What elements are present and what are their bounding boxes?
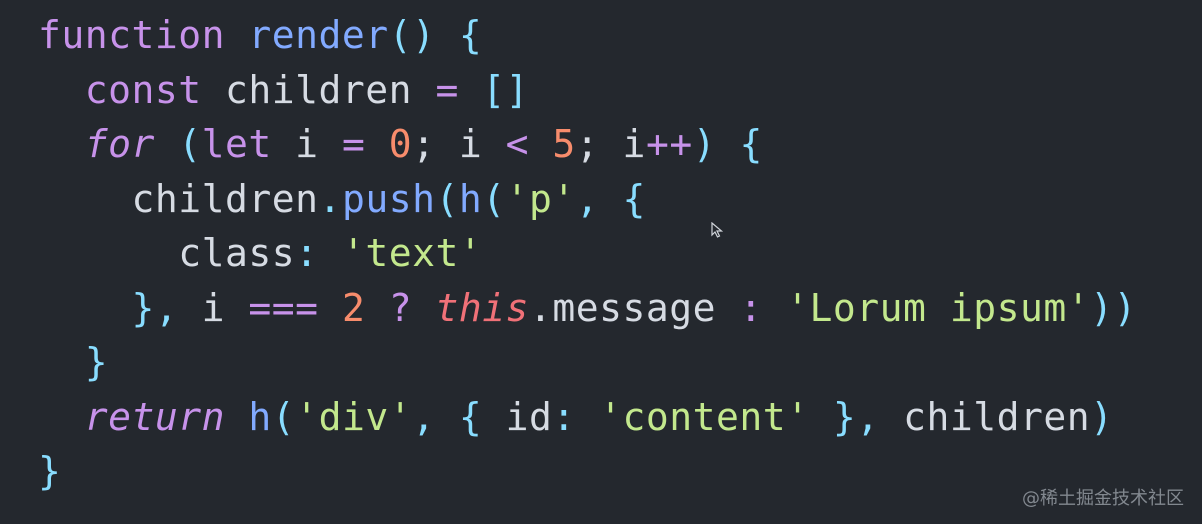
code-line: function render() { [38,8,1137,63]
code-token: push [341,176,436,221]
code-token: ; i [412,122,506,166]
code-token: 0 [388,122,413,166]
code-token: h [458,176,483,221]
code-token: render [248,13,389,57]
code-token: [] [458,67,529,112]
code-line: }, i === 2 ? this.message : 'Lorum ipsum… [38,281,1137,336]
watermark: @稀土掘金技术社区 [1022,488,1184,509]
code-token: < [505,122,530,166]
code-token: = [341,122,366,166]
code-token: } [38,449,62,493]
code-token: i [271,122,342,166]
code-token: ( [482,176,506,221]
code-token: 'Lorum ipsum' [786,285,1091,330]
code-token: for [38,122,155,166]
code-token: ( [154,122,202,166]
code-token: i [201,285,249,330]
code-token: children [201,67,436,112]
code-token: id [505,394,553,439]
code-token: () [388,13,436,57]
code-token: , { [412,394,506,439]
mouse-pointer-icon [711,222,723,238]
code-token: function [38,13,226,57]
code-token: ) [1090,394,1114,439]
code-token: ; i [575,122,646,166]
code-token: }, [38,285,202,330]
code-token: h [248,394,272,439]
code-token: , { [575,176,646,221]
code-token: class [38,231,296,275]
code-token: 'text' [341,231,483,275]
code-token: 'content' [599,394,810,439]
code-line: children.push(h('p', { [38,172,1137,227]
code-token: : [295,231,342,275]
code-token: }, [809,394,904,439]
code-line: return h('div', { id: 'content' }, child… [38,390,1137,445]
code-token: : [552,394,600,439]
code-token: this [435,285,529,330]
code-token: } [38,340,109,384]
code-token: 5 [552,122,576,166]
code-token: ) { [692,122,763,166]
code-token: = [435,67,459,112]
code-line: const children = [] [38,63,1137,118]
code-token: : [716,285,787,330]
code-token: .message [529,285,717,330]
code-token: 'p' [505,176,576,221]
code-token: ( [271,394,296,439]
code-block: function render() { const children = [] … [38,8,1137,499]
code-line: } [38,444,1137,499]
code-token: ++ [645,122,693,166]
code-token: children [903,394,1091,439]
code-token: 2 [341,285,366,330]
code-line: } [38,335,1137,390]
code-token: )) [1090,285,1137,330]
code-token: === [248,285,319,330]
code-line: for (let i = 0; i < 5; i++) { [38,117,1137,172]
code-token: return [38,394,226,439]
code-token: ? [365,285,436,330]
code-slide: function render() { const children = [] … [0,0,1202,524]
code-token: let [201,122,272,166]
code-token: . [318,176,342,221]
code-token: ( [435,176,459,221]
code-token: const [38,67,202,112]
code-token: { [435,13,483,57]
code-token: children [38,176,319,221]
code-token: 'div' [295,394,413,439]
code-line: class: 'text' [38,226,1137,281]
